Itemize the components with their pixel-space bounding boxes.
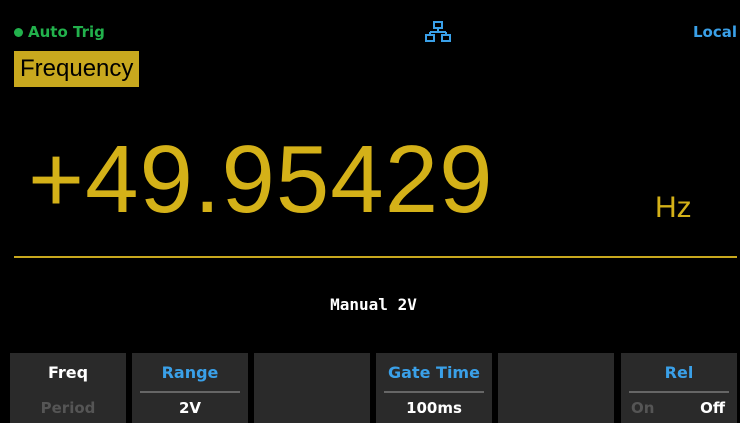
softkey-separator <box>384 391 484 393</box>
meter-screen: Auto Trig Local Frequency +49.95429 Hz M… <box>10 17 737 423</box>
softkey-value: 2V <box>178 399 202 417</box>
softkey-empty-3[interactable] <box>254 353 370 423</box>
rel-on-option: On <box>631 399 655 417</box>
divider-line <box>14 256 737 258</box>
softkey-title: Rel <box>664 363 694 382</box>
function-label: Frequency <box>14 51 140 87</box>
softkey-rel[interactable]: Rel On Off <box>621 353 737 423</box>
status-bar: Auto Trig Local <box>10 17 737 45</box>
remote-state-label: Local <box>692 23 737 41</box>
softkey-title: Freq <box>47 363 89 382</box>
softkey-range[interactable]: Range 2V <box>132 353 248 423</box>
softkey-freq-period[interactable]: Freq Period <box>10 353 126 423</box>
softkey-title: Range <box>161 363 219 382</box>
measurement-unit: Hz <box>655 191 692 224</box>
measurement-value: +49.95429 <box>28 126 494 233</box>
softkey-value: Period <box>40 399 96 417</box>
range-info: Manual 2V <box>330 295 417 314</box>
softkey-bar: Freq Period Range 2V Gate Time 100ms Rel… <box>10 353 737 423</box>
softkey-separator <box>629 391 729 393</box>
softkey-gate-time[interactable]: Gate Time 100ms <box>376 353 492 423</box>
trigger-mode-label: Auto Trig <box>28 23 105 41</box>
softkey-separator <box>140 391 240 393</box>
softkey-value: 100ms <box>406 399 462 417</box>
softkey-title: Gate Time <box>388 363 480 382</box>
trigger-indicator-icon <box>14 27 23 37</box>
rel-off-option: Off <box>700 399 725 417</box>
softkey-empty-5[interactable] <box>498 353 614 423</box>
lan-network-icon <box>425 21 451 42</box>
trigger-status: Auto Trig <box>14 23 105 41</box>
